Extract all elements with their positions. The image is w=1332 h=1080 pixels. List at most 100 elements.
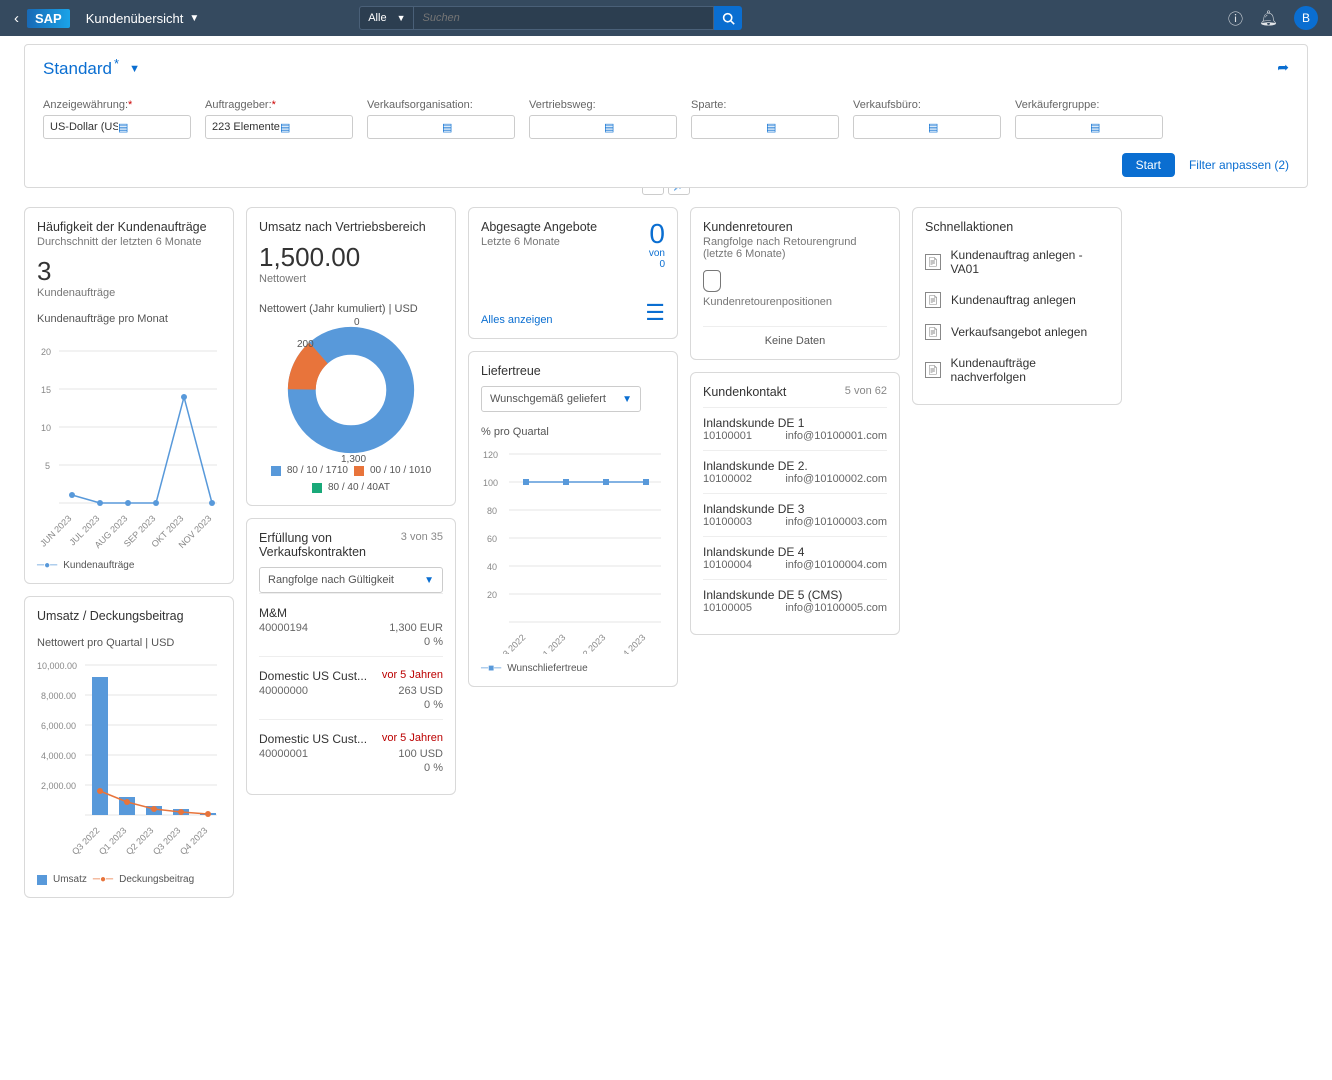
- filter-label: Anzeigewährung:*: [43, 99, 191, 111]
- svg-text:Q1 2023: Q1 2023: [97, 825, 128, 856]
- value-help-icon[interactable]: ▤: [118, 121, 186, 134]
- app-title-menu[interactable]: Kundenübersicht ▼: [86, 11, 199, 26]
- quick-action-item[interactable]: 📄︎Verkaufsangebot anlegen: [925, 316, 1109, 348]
- show-all-link[interactable]: Alles anzeigen: [481, 314, 553, 326]
- search-input[interactable]: [414, 6, 714, 30]
- quick-action-item[interactable]: 📄︎Kundenaufträge nachverfolgen: [925, 348, 1109, 392]
- card-board: Häufigkeit der Kundenaufträge Durchschni…: [0, 195, 1332, 910]
- svg-text:Q3 2022: Q3 2022: [496, 632, 527, 654]
- chevron-down-icon: ▼: [622, 394, 632, 405]
- contracts-sort-select[interactable]: Rangfolge nach Gültigkeit ▼: [259, 567, 443, 593]
- card-revenue-margin[interactable]: Umsatz / Deckungsbeitrag Nettowert pro Q…: [24, 596, 234, 898]
- chart-order-frequency: 2015105 JUN 2023JUL 2023AUG 2023SEP 2023…: [37, 331, 222, 551]
- svg-text:100: 100: [483, 478, 498, 488]
- document-icon: 📄︎: [925, 292, 941, 308]
- shell-header: ‹ SAP Kundenübersicht ▼ Alle ▼ ⓘ 🔔︎ B: [0, 0, 1332, 36]
- card-order-frequency[interactable]: Häufigkeit der Kundenaufträge Durchschni…: [24, 207, 234, 584]
- svg-text:Q3 2022: Q3 2022: [70, 825, 101, 856]
- filter-input-office[interactable]: ▤: [853, 115, 1001, 139]
- filter-label: Verkaufsbüro:: [853, 99, 1001, 111]
- value-help-icon[interactable]: ▤: [1090, 121, 1158, 134]
- svg-text:2,000.00: 2,000.00: [41, 781, 76, 791]
- help-icon[interactable]: ⓘ: [1228, 8, 1243, 29]
- sap-logo[interactable]: SAP: [27, 9, 70, 28]
- chevron-down-icon: ▼: [397, 13, 406, 23]
- filter-bar: Standard * ▼ ➦ Anzeigewährung:* US-Dolla…: [24, 44, 1308, 188]
- chevron-down-icon[interactable]: ▼: [129, 63, 140, 75]
- svg-text:Q4 2023: Q4 2023: [616, 632, 647, 654]
- variant-dirty-indicator: *: [114, 56, 119, 71]
- card-customer-returns[interactable]: Kundenretouren Rangfolge nach Retourengr…: [690, 207, 900, 360]
- svg-text:Q2 2023: Q2 2023: [124, 825, 155, 856]
- filter-input-group[interactable]: ▤: [1015, 115, 1163, 139]
- search-scope-select[interactable]: Alle ▼: [359, 6, 414, 30]
- chart-revenue-margin: 10,000.00 8,000.00 6,000.00 4,000.00 2,000.0…: [37, 655, 222, 865]
- stack-icon: ☰: [645, 300, 665, 326]
- chevron-down-icon: ▼: [424, 575, 434, 586]
- search-icon: [722, 12, 735, 25]
- value-help-icon[interactable]: ▤: [928, 121, 996, 134]
- svg-text:10,000.00: 10,000.00: [37, 661, 77, 671]
- contract-list-item[interactable]: Domestic US Cust...vor 5 Jahren 40000001…: [259, 719, 443, 782]
- filter-label: Sparte:: [691, 99, 839, 111]
- card-delivery-performance[interactable]: Liefertreue Wunschgemäß geliefert ▼ % pr…: [468, 351, 678, 687]
- document-icon: 📄︎: [925, 254, 941, 270]
- document-icon: 📄︎: [925, 324, 941, 340]
- value-help-icon[interactable]: ▤: [766, 121, 834, 134]
- card-customer-contacts[interactable]: 5 von 62 Kundenkontakt Inlandskunde DE 1…: [690, 372, 900, 635]
- svg-text:6,000.00: 6,000.00: [41, 721, 76, 731]
- share-icon[interactable]: ➦: [1277, 59, 1289, 76]
- bell-icon[interactable]: 🔔︎: [1259, 9, 1278, 27]
- contact-list-item[interactable]: Inlandskunde DE 5 (CMS)10100005info@1010…: [703, 579, 887, 622]
- contract-list-item[interactable]: M&M 400001941,300 EUR 0 %: [259, 593, 443, 656]
- svg-text:5: 5: [45, 461, 50, 471]
- search-button[interactable]: [714, 6, 742, 30]
- filter-label: Auftraggeber:*: [205, 99, 353, 111]
- contract-list-item[interactable]: Domestic US Cust...vor 5 Jahren 40000000…: [259, 656, 443, 719]
- svg-text:20: 20: [487, 590, 497, 600]
- filter-input-channel[interactable]: ▤: [529, 115, 677, 139]
- card-rejected-quotes[interactable]: Abgesagte Angebote Letzte 6 Monate 0 von…: [468, 207, 678, 339]
- svg-text:60: 60: [487, 534, 497, 544]
- adapt-filters-link[interactable]: Filter anpassen (2): [1189, 158, 1289, 172]
- quick-action-item[interactable]: 📄︎Kundenauftrag anlegen: [925, 284, 1109, 316]
- card-sales-area[interactable]: Umsatz nach Vertriebsbereich 1,500.00 Ne…: [246, 207, 456, 506]
- svg-text:Q3 2023: Q3 2023: [151, 825, 182, 856]
- filter-label: Vertriebsweg:: [529, 99, 677, 111]
- svg-text:120: 120: [483, 450, 498, 460]
- chart-delivery: 120 100 80 60 40 20 Q3 2022 Q1 2023 Q2 2023 Q4 2…: [481, 444, 666, 654]
- svg-text:80: 80: [487, 506, 497, 516]
- filter-label: Verkäufergruppe:: [1015, 99, 1163, 111]
- card-contract-fulfillment[interactable]: 3 von 35 Erfüllung von Verkaufskontrakte…: [246, 518, 456, 795]
- go-button[interactable]: Start: [1122, 153, 1175, 177]
- svg-text:Q1 2023: Q1 2023: [536, 632, 567, 654]
- variant-selector[interactable]: Standard: [43, 59, 112, 79]
- value-help-icon[interactable]: ▤: [280, 121, 348, 134]
- svg-text:Q2 2023: Q2 2023: [576, 632, 607, 654]
- contact-list-item[interactable]: Inlandskunde DE 110100001info@10100001.c…: [703, 407, 887, 450]
- value-help-icon[interactable]: ▤: [604, 121, 672, 134]
- svg-text:20: 20: [41, 347, 51, 357]
- delivery-select[interactable]: Wunschgemäß geliefert ▼: [481, 386, 641, 412]
- svg-text:4,000.00: 4,000.00: [41, 751, 76, 761]
- returns-icon: [703, 270, 721, 292]
- filter-input-salesorg[interactable]: ▤: [367, 115, 515, 139]
- card-quick-actions: Schnellaktionen 📄︎Kundenauftrag anlegen …: [912, 207, 1122, 405]
- svg-text:8,000.00: 8,000.00: [41, 691, 76, 701]
- back-icon[interactable]: ‹: [14, 10, 19, 27]
- avatar[interactable]: B: [1294, 6, 1318, 30]
- filter-input-soldto[interactable]: 223 Elemente▤: [205, 115, 353, 139]
- contact-list-item[interactable]: Inlandskunde DE 310100003info@10100003.c…: [703, 493, 887, 536]
- quick-action-item[interactable]: 📄︎Kundenauftrag anlegen - VA01: [925, 240, 1109, 284]
- svg-text:15: 15: [41, 385, 51, 395]
- contact-list-item[interactable]: Inlandskunde DE 410100004info@10100004.c…: [703, 536, 887, 579]
- filter-input-division[interactable]: ▤: [691, 115, 839, 139]
- document-icon: 📄︎: [925, 362, 941, 378]
- contact-list-item[interactable]: Inlandskunde DE 2.10100002info@10100002.…: [703, 450, 887, 493]
- svg-text:40: 40: [487, 562, 497, 572]
- app-title: Kundenübersicht: [86, 11, 184, 26]
- filter-input-currency[interactable]: US-Dollar (USD)▤: [43, 115, 191, 139]
- svg-text:Q4 2023: Q4 2023: [178, 825, 209, 856]
- value-help-icon[interactable]: ▤: [442, 121, 510, 134]
- filter-label: Verkaufsorganisation:: [367, 99, 515, 111]
